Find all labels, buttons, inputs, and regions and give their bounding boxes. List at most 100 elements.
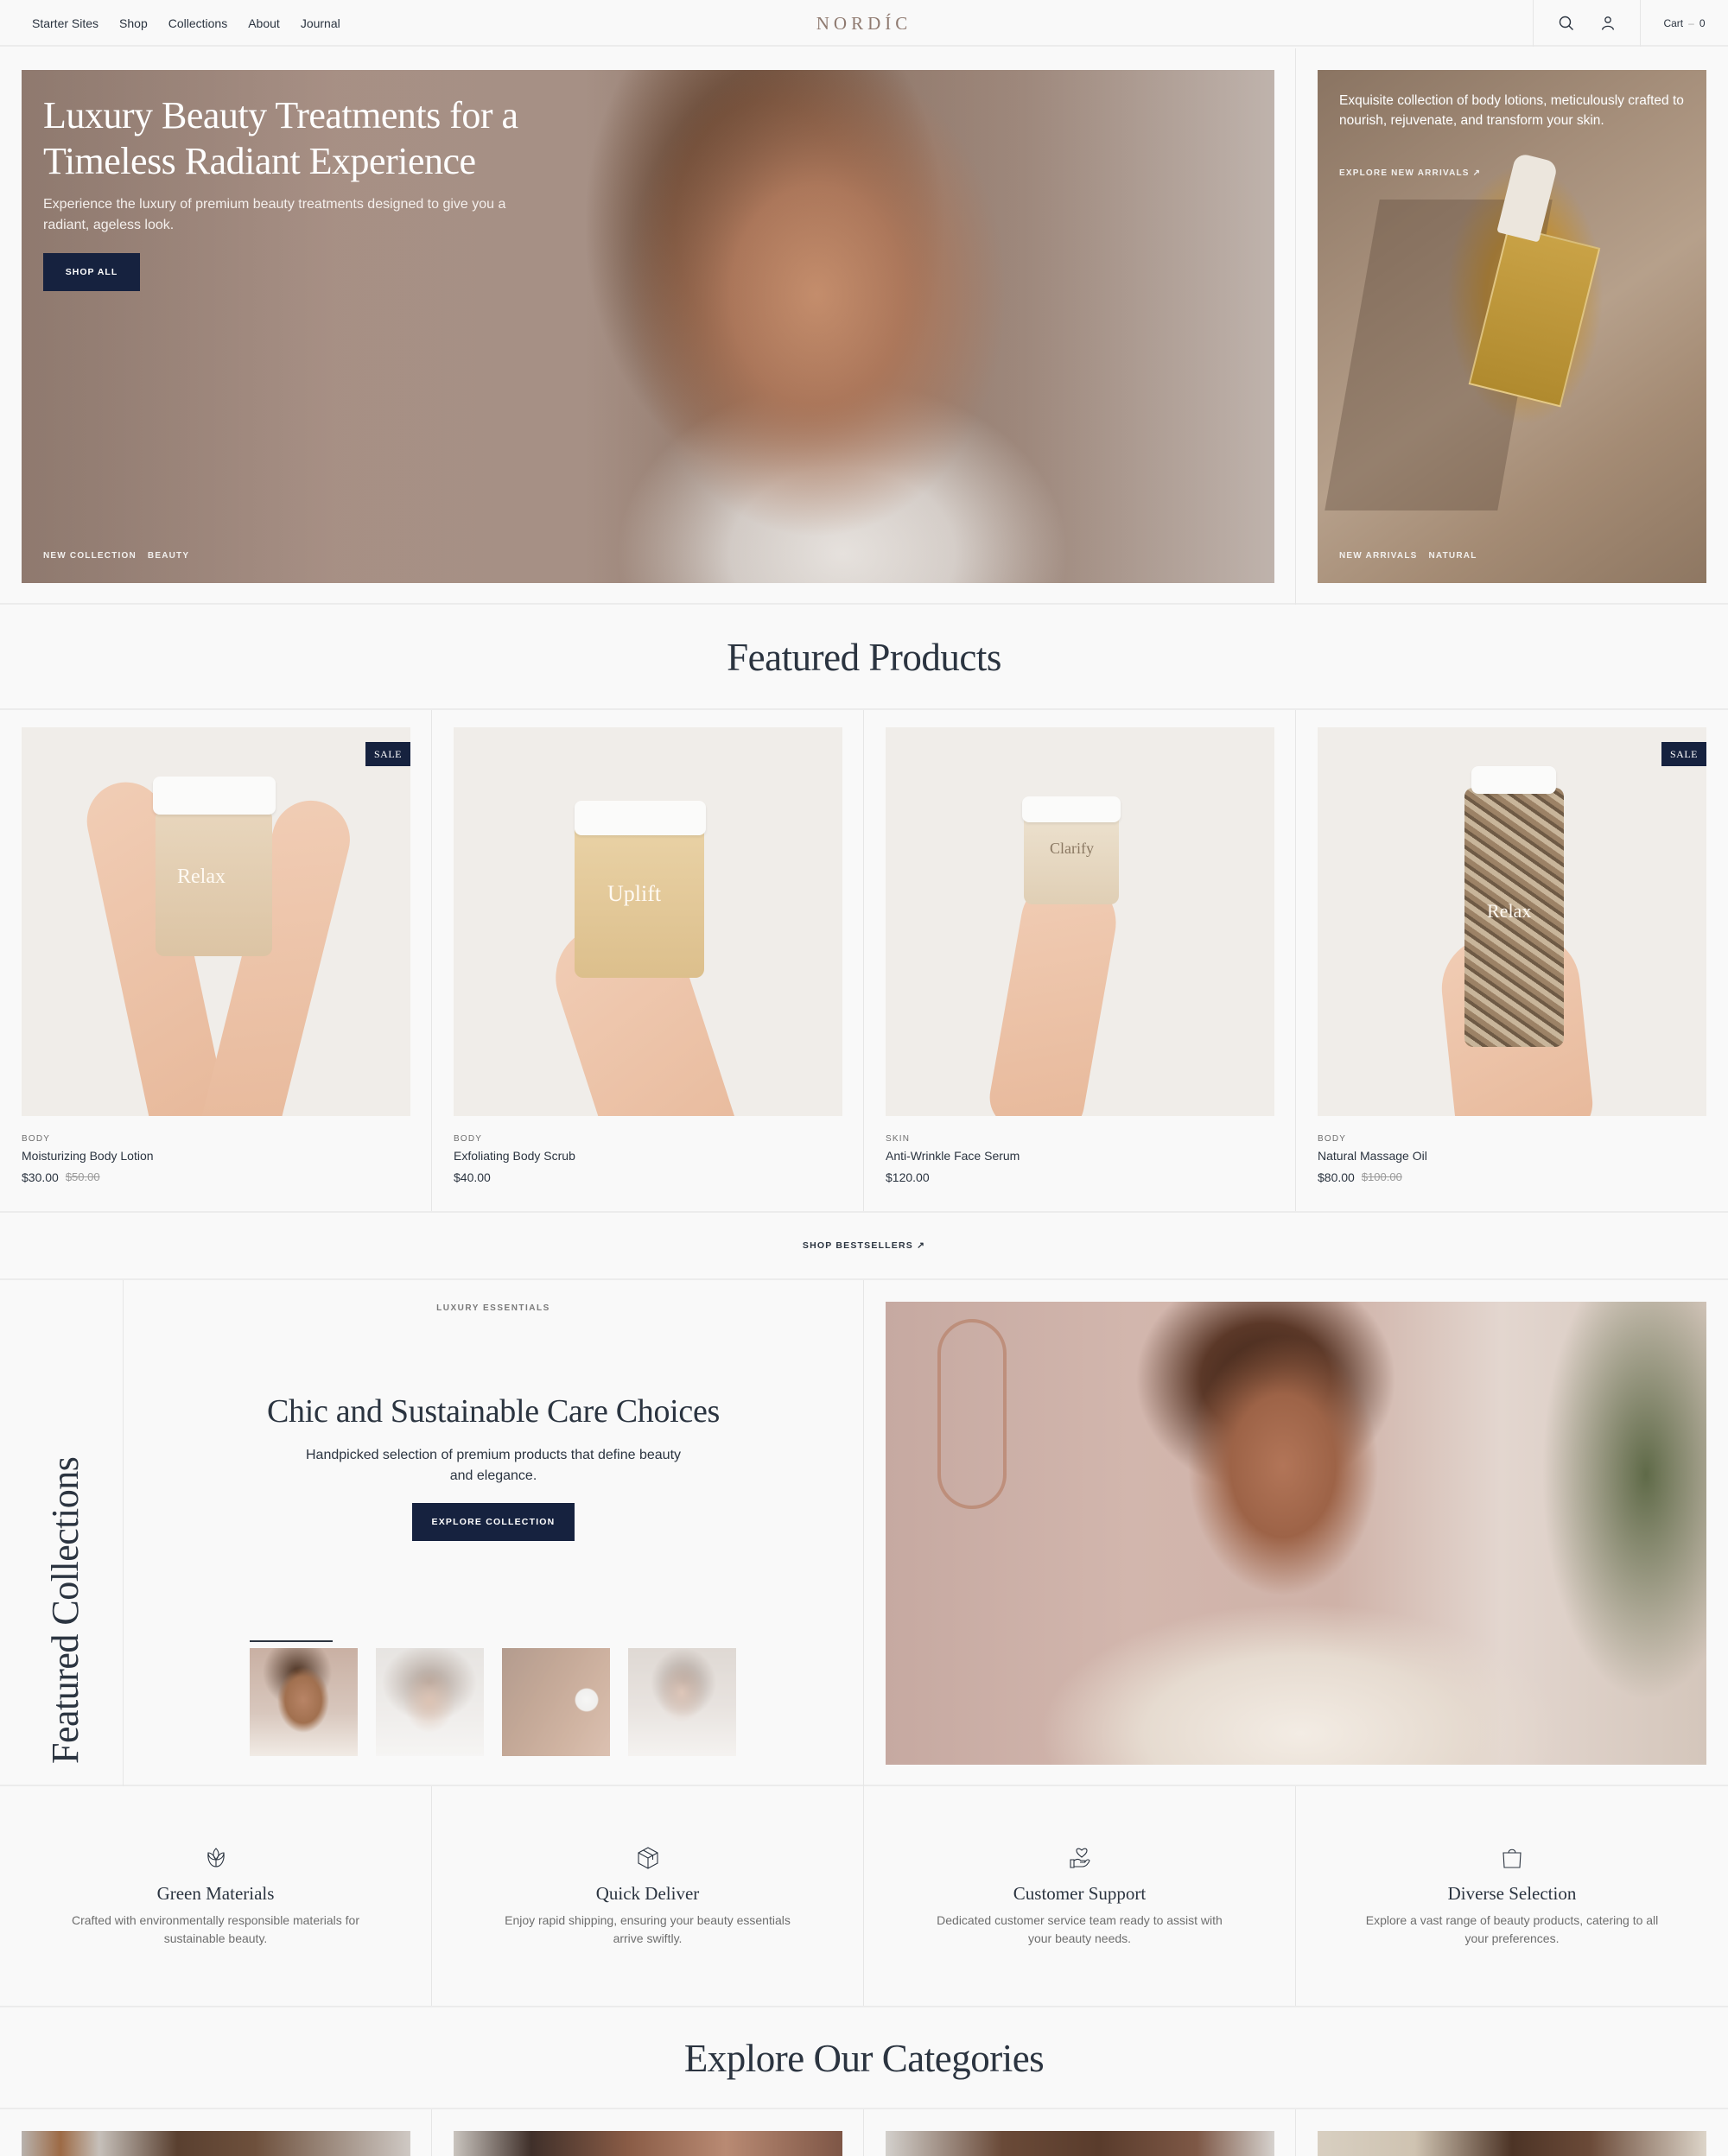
collection-thumbnail-4[interactable]: [628, 1648, 736, 1756]
collection-thumbnail-1[interactable]: [250, 1640, 358, 1756]
category-card[interactable]: [864, 2109, 1296, 2156]
product-price: $30.00 $50.00: [22, 1170, 100, 1184]
features-row: Green Materials Crafted with environment…: [0, 1786, 1728, 2007]
product-name[interactable]: Anti-Wrinkle Face Serum: [886, 1149, 1020, 1163]
original-price: $50.00: [65, 1170, 100, 1183]
collection-description: Handpicked selection of premium products…: [305, 1448, 682, 1483]
featured-products-header: Featured Products: [0, 606, 1728, 710]
tag-new-collection[interactable]: NEW COLLECTION: [43, 551, 137, 561]
feature-description: Crafted with environmentally responsible…: [71, 1913, 360, 1945]
jar-label: Uplift: [607, 881, 662, 906]
heart-hand-icon: [1067, 1845, 1093, 1871]
new-arrivals-banner: Exquisite collection of body lotions, me…: [1318, 70, 1706, 583]
search-icon[interactable]: [1559, 16, 1574, 31]
category-grid: [0, 2109, 1728, 2156]
featured-products-title: Featured Products: [727, 636, 1001, 679]
hero-divider: [1295, 48, 1296, 605]
product-name[interactable]: Natural Massage Oil: [1318, 1149, 1427, 1163]
box-icon: [635, 1845, 661, 1871]
featured-collections-section: Featured Collections LUXURY ESSENTIALS C…: [0, 1280, 1728, 1786]
feature-green-materials: Green Materials Crafted with environment…: [0, 1786, 432, 2006]
feature-title: Green Materials: [156, 1883, 275, 1904]
category-card[interactable]: [0, 2109, 432, 2156]
new-arrivals-description: Exquisite collection of body lotions, me…: [1339, 93, 1684, 128]
site-header: Starter Sites Shop Collections About Jou…: [0, 0, 1728, 47]
category-image[interactable]: [22, 2131, 410, 2156]
mirror-shape: [937, 1319, 1007, 1509]
hero-description: Experience the luxury of premium beauty …: [43, 197, 506, 232]
product-card[interactable]: Clarify SKIN Anti-Wrinkle Face Serum $12…: [864, 710, 1296, 1211]
nav-shop[interactable]: Shop: [119, 16, 148, 30]
hero-tags: NEW COLLECTION BEAUTY: [43, 551, 189, 561]
product-category: SKIN: [886, 1134, 911, 1144]
collection-thumbnails: [250, 1640, 736, 1756]
featured-collections-vertical-title: Featured Collections: [44, 1456, 86, 1764]
cart-separator: –: [1688, 17, 1694, 29]
categories-title: Explore Our Categories: [683, 2037, 1045, 2080]
sale-badge: SALE: [365, 742, 410, 766]
jar-label: Relax: [177, 866, 226, 888]
collection-thumbnail-2[interactable]: [376, 1648, 484, 1756]
vertical-title-column: Featured Collections: [0, 1280, 124, 1786]
collection-eyebrow: LUXURY ESSENTIALS: [436, 1303, 550, 1313]
shop-bestsellers-link[interactable]: SHOP BESTSELLERS ↗: [803, 1240, 925, 1251]
feature-description: Explore a vast range of beauty products,…: [1365, 1913, 1659, 1945]
thumbnail-image: [376, 1648, 484, 1756]
category-card[interactable]: [1296, 2109, 1728, 2156]
current-price: $30.00: [22, 1170, 59, 1184]
category-card[interactable]: [432, 2109, 864, 2156]
dropper-cap-image: [1496, 152, 1559, 243]
product-card[interactable]: Uplift BODY Exfoliating Body Scrub $40.0…: [432, 710, 864, 1211]
lotus-icon: [203, 1845, 229, 1871]
header-icons: [1533, 0, 1640, 47]
explore-collection-button[interactable]: EXPLORE COLLECTION: [412, 1503, 575, 1541]
nav-journal[interactable]: Journal: [301, 16, 340, 30]
user-icon[interactable]: [1600, 16, 1616, 31]
jar-label: Clarify: [1050, 840, 1094, 857]
collection-title: Chic and Sustainable Care Choices: [266, 1393, 721, 1430]
thumbnail-image: [250, 1648, 358, 1756]
tag-natural[interactable]: NATURAL: [1429, 551, 1477, 561]
explore-new-arrivals-link[interactable]: EXPLORE NEW ARRIVALS ↗: [1339, 168, 1481, 178]
current-price: $80.00: [1318, 1170, 1355, 1184]
product-name[interactable]: Exfoliating Body Scrub: [454, 1149, 575, 1163]
nav-about[interactable]: About: [248, 16, 280, 30]
collection-thumbnail-3[interactable]: [502, 1648, 610, 1756]
shop-all-button[interactable]: SHOP ALL: [43, 253, 140, 291]
tag-new-arrivals[interactable]: NEW ARRIVALS: [1339, 551, 1418, 561]
bestsellers-bar: SHOP BESTSELLERS ↗: [0, 1213, 1728, 1280]
site-logo[interactable]: NORDÍC: [816, 13, 912, 35]
nav-starter-sites[interactable]: Starter Sites: [32, 16, 98, 30]
category-image[interactable]: [886, 2131, 1274, 2156]
tag-beauty[interactable]: BEAUTY: [148, 551, 189, 561]
product-category: BODY: [454, 1134, 483, 1144]
original-price: $100.00: [1361, 1170, 1402, 1183]
product-category: BODY: [1318, 1134, 1347, 1144]
category-image[interactable]: [1318, 2131, 1706, 2156]
product-name[interactable]: Moisturizing Body Lotion: [22, 1149, 154, 1163]
thumbnail-image: [628, 1648, 736, 1756]
thumbnail-image: [502, 1648, 610, 1756]
feature-description: Dedicated customer service team ready to…: [937, 1913, 1223, 1945]
current-price: $120.00: [886, 1170, 930, 1184]
nav-collections[interactable]: Collections: [168, 16, 227, 30]
sale-badge: SALE: [1661, 742, 1706, 766]
cart-button[interactable]: Cart – 0: [1640, 0, 1728, 47]
product-card[interactable]: Relax SALE BODY Natural Massage Oil $80.…: [1296, 710, 1728, 1211]
product-image[interactable]: Uplift: [454, 727, 842, 1116]
product-price: $120.00: [886, 1170, 930, 1184]
current-price: $40.00: [454, 1170, 491, 1184]
product-grid: Relax SALE BODY Moisturizing Body Lotion…: [0, 710, 1728, 1213]
collection-content: LUXURY ESSENTIALS Chic and Sustainable C…: [124, 1280, 864, 1786]
bag-icon: [1499, 1845, 1525, 1871]
feature-title: Customer Support: [1013, 1883, 1147, 1904]
product-image[interactable]: Relax SALE: [22, 727, 410, 1116]
product-image[interactable]: Clarify: [886, 727, 1274, 1116]
category-image[interactable]: [454, 2131, 842, 2156]
product-image[interactable]: Relax SALE: [1318, 727, 1706, 1116]
product-card[interactable]: Relax SALE BODY Moisturizing Body Lotion…: [0, 710, 432, 1211]
categories-header: Explore Our Categories: [0, 2009, 1728, 2109]
product-category: BODY: [22, 1134, 51, 1144]
side-tags: NEW ARRIVALS NATURAL: [1339, 551, 1477, 561]
header-tools: Cart – 0: [1533, 0, 1728, 47]
